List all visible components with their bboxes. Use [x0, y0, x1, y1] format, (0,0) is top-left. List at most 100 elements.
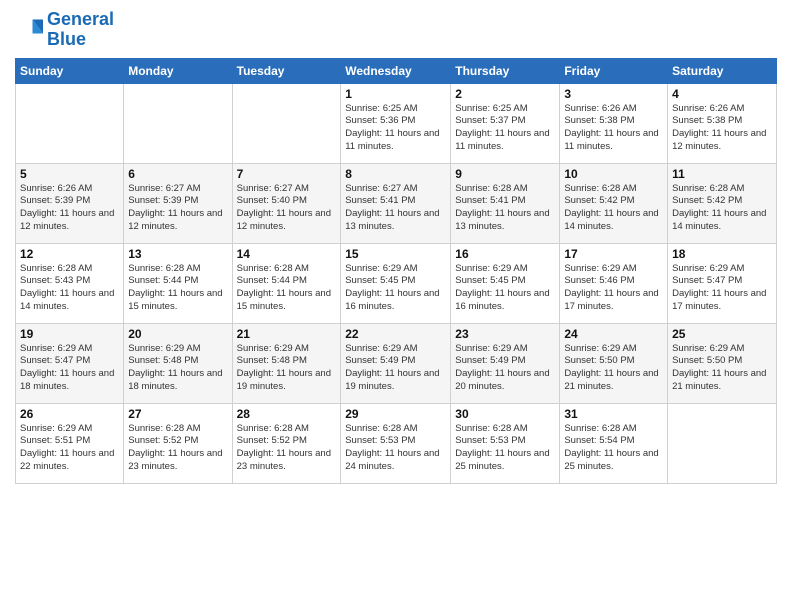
calendar-cell: 2 Sunrise: 6:25 AM Sunset: 5:37 PM Daylig… [451, 83, 560, 163]
weekday-header-saturday: Saturday [668, 58, 777, 83]
day-info: Sunrise: 6:29 AM Sunset: 5:50 PM Dayligh… [672, 343, 772, 394]
day-info: Sunrise: 6:28 AM Sunset: 5:44 PM Dayligh… [128, 263, 227, 314]
day-number: 6 [128, 167, 227, 181]
day-info: Sunrise: 6:29 AM Sunset: 5:48 PM Dayligh… [128, 343, 227, 394]
day-info: Sunrise: 6:28 AM Sunset: 5:53 PM Dayligh… [345, 423, 446, 474]
weekday-header-wednesday: Wednesday [341, 58, 451, 83]
calendar-cell: 9 Sunrise: 6:28 AM Sunset: 5:41 PM Daylig… [451, 163, 560, 243]
generalblue-logo-icon [15, 16, 43, 44]
day-info: Sunrise: 6:25 AM Sunset: 5:37 PM Dayligh… [455, 103, 555, 154]
calendar-week-row: 19 Sunrise: 6:29 AM Sunset: 5:47 PM Dayli… [16, 323, 777, 403]
calendar-cell: 28 Sunrise: 6:28 AM Sunset: 5:52 PM Dayli… [232, 403, 341, 483]
day-info: Sunrise: 6:29 AM Sunset: 5:50 PM Dayligh… [564, 343, 663, 394]
day-info: Sunrise: 6:28 AM Sunset: 5:52 PM Dayligh… [128, 423, 227, 474]
day-number: 29 [345, 407, 446, 421]
calendar-cell: 26Sunrise: 6:29 AM Sunset: 5:51 PM Dayli… [16, 403, 124, 483]
day-number: 9 [455, 167, 555, 181]
calendar-cell: 19 Sunrise: 6:29 AM Sunset: 5:47 PM Dayli… [16, 323, 124, 403]
day-info: Sunrise: 6:26 AM Sunset: 5:38 PM Dayligh… [564, 103, 663, 154]
day-info: Sunrise: 6:28 AM Sunset: 5:43 PM Dayligh… [20, 263, 119, 314]
weekday-header-tuesday: Tuesday [232, 58, 341, 83]
day-number: 13 [128, 247, 227, 261]
day-info: Sunrise: 6:29 AM Sunset: 5:45 PM Dayligh… [345, 263, 446, 314]
day-number: 30 [455, 407, 555, 421]
day-info: Sunrise: 6:28 AM Sunset: 5:44 PM Dayligh… [237, 263, 337, 314]
header: General Blue [15, 10, 777, 50]
calendar-table: SundayMondayTuesdayWednesdayThursdayFrid… [15, 58, 777, 484]
calendar-cell: 5Sunrise: 6:26 AM Sunset: 5:39 PM Daylig… [16, 163, 124, 243]
calendar-week-row: 26Sunrise: 6:29 AM Sunset: 5:51 PM Dayli… [16, 403, 777, 483]
calendar-cell: 22 Sunrise: 6:29 AM Sunset: 5:49 PM Dayli… [341, 323, 451, 403]
calendar-week-row: 1 Sunrise: 6:25 AM Sunset: 5:36 PM Daylig… [16, 83, 777, 163]
day-info: Sunrise: 6:29 AM Sunset: 5:49 PM Dayligh… [345, 343, 446, 394]
day-number: 11 [672, 167, 772, 181]
day-info: Sunrise: 6:29 AM Sunset: 5:47 PM Dayligh… [20, 343, 119, 394]
day-number: 23 [455, 327, 555, 341]
calendar-cell: 7Sunrise: 6:27 AM Sunset: 5:40 PM Daylig… [232, 163, 341, 243]
calendar-week-row: 12 Sunrise: 6:28 AM Sunset: 5:43 PM Dayli… [16, 243, 777, 323]
day-number: 14 [237, 247, 337, 261]
logo: General Blue [15, 10, 114, 50]
day-info: Sunrise: 6:27 AM Sunset: 5:40 PM Dayligh… [237, 183, 337, 234]
calendar-header-row: SundayMondayTuesdayWednesdayThursdayFrid… [16, 58, 777, 83]
calendar-cell: 20 Sunrise: 6:29 AM Sunset: 5:48 PM Dayli… [124, 323, 232, 403]
calendar-cell: 23 Sunrise: 6:29 AM Sunset: 5:49 PM Dayli… [451, 323, 560, 403]
day-number: 20 [128, 327, 227, 341]
day-number: 25 [672, 327, 772, 341]
day-number: 18 [672, 247, 772, 261]
page: General Blue SundayMondayTuesdayWednesda… [0, 0, 792, 612]
weekday-header-friday: Friday [560, 58, 668, 83]
day-number: 28 [237, 407, 337, 421]
weekday-header-thursday: Thursday [451, 58, 560, 83]
day-info: Sunrise: 6:29 AM Sunset: 5:49 PM Dayligh… [455, 343, 555, 394]
calendar-cell: 6Sunrise: 6:27 AM Sunset: 5:39 PM Daylig… [124, 163, 232, 243]
weekday-header-monday: Monday [124, 58, 232, 83]
day-number: 17 [564, 247, 663, 261]
day-number: 16 [455, 247, 555, 261]
day-number: 19 [20, 327, 119, 341]
day-number: 4 [672, 87, 772, 101]
day-number: 1 [345, 87, 446, 101]
day-info: Sunrise: 6:29 AM Sunset: 5:48 PM Dayligh… [237, 343, 337, 394]
day-number: 15 [345, 247, 446, 261]
calendar-cell: 13 Sunrise: 6:28 AM Sunset: 5:44 PM Dayli… [124, 243, 232, 323]
calendar-cell: 18 Sunrise: 6:29 AM Sunset: 5:47 PM Dayli… [668, 243, 777, 323]
day-info: Sunrise: 6:28 AM Sunset: 5:42 PM Dayligh… [672, 183, 772, 234]
calendar-cell: 16 Sunrise: 6:29 AM Sunset: 5:45 PM Dayli… [451, 243, 560, 323]
calendar-cell: 31Sunrise: 6:28 AM Sunset: 5:54 PM Dayli… [560, 403, 668, 483]
day-info: Sunrise: 6:28 AM Sunset: 5:52 PM Dayligh… [237, 423, 337, 474]
calendar-cell: 10 Sunrise: 6:28 AM Sunset: 5:42 PM Dayli… [560, 163, 668, 243]
day-info: Sunrise: 6:29 AM Sunset: 5:45 PM Dayligh… [455, 263, 555, 314]
day-info: Sunrise: 6:27 AM Sunset: 5:41 PM Dayligh… [345, 183, 446, 234]
calendar-cell: 30Sunrise: 6:28 AM Sunset: 5:53 PM Dayli… [451, 403, 560, 483]
calendar-cell: 27Sunrise: 6:28 AM Sunset: 5:52 PM Dayli… [124, 403, 232, 483]
day-number: 12 [20, 247, 119, 261]
day-number: 31 [564, 407, 663, 421]
day-number: 10 [564, 167, 663, 181]
calendar-cell: 17 Sunrise: 6:29 AM Sunset: 5:46 PM Dayli… [560, 243, 668, 323]
calendar-cell: 24 Sunrise: 6:29 AM Sunset: 5:50 PM Dayli… [560, 323, 668, 403]
calendar-cell: 14 Sunrise: 6:28 AM Sunset: 5:44 PM Dayli… [232, 243, 341, 323]
day-info: Sunrise: 6:28 AM Sunset: 5:41 PM Dayligh… [455, 183, 555, 234]
day-info: Sunrise: 6:29 AM Sunset: 5:47 PM Dayligh… [672, 263, 772, 314]
day-info: Sunrise: 6:28 AM Sunset: 5:42 PM Dayligh… [564, 183, 663, 234]
calendar-cell: 25 Sunrise: 6:29 AM Sunset: 5:50 PM Dayli… [668, 323, 777, 403]
calendar-week-row: 5Sunrise: 6:26 AM Sunset: 5:39 PM Daylig… [16, 163, 777, 243]
calendar-cell: 15 Sunrise: 6:29 AM Sunset: 5:45 PM Dayli… [341, 243, 451, 323]
day-info: Sunrise: 6:29 AM Sunset: 5:46 PM Dayligh… [564, 263, 663, 314]
calendar-cell: 3Sunrise: 6:26 AM Sunset: 5:38 PM Daylig… [560, 83, 668, 163]
day-info: Sunrise: 6:26 AM Sunset: 5:38 PM Dayligh… [672, 103, 772, 154]
day-number: 21 [237, 327, 337, 341]
logo-text: General Blue [47, 10, 114, 50]
day-number: 2 [455, 87, 555, 101]
calendar-cell: 29 Sunrise: 6:28 AM Sunset: 5:53 PM Dayli… [341, 403, 451, 483]
day-number: 8 [345, 167, 446, 181]
calendar-cell: 12 Sunrise: 6:28 AM Sunset: 5:43 PM Dayli… [16, 243, 124, 323]
calendar-cell: 1 Sunrise: 6:25 AM Sunset: 5:36 PM Daylig… [341, 83, 451, 163]
day-number: 5 [20, 167, 119, 181]
day-info: Sunrise: 6:29 AM Sunset: 5:51 PM Dayligh… [20, 423, 119, 474]
day-number: 22 [345, 327, 446, 341]
weekday-header-sunday: Sunday [16, 58, 124, 83]
day-number: 24 [564, 327, 663, 341]
day-info: Sunrise: 6:25 AM Sunset: 5:36 PM Dayligh… [345, 103, 446, 154]
